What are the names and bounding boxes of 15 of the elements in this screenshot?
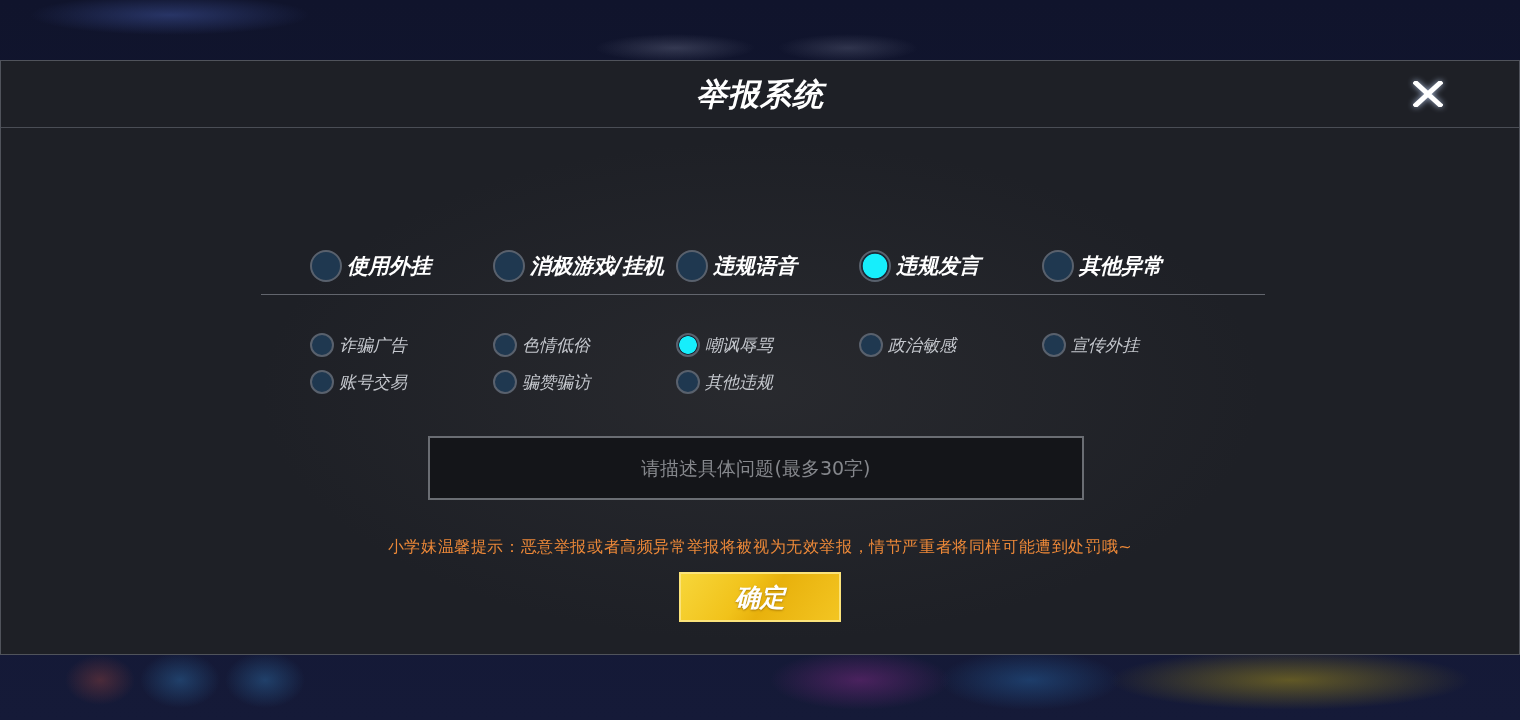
subcategory-option[interactable]: 色情低俗 xyxy=(493,333,590,357)
subcategory-option[interactable]: 账号交易 xyxy=(310,370,407,394)
warning-notice: 小学妹温馨提示：恶意举报或者高频异常举报将被视为无效举报，情节严重者将同样可能遭到处罚哦~ xyxy=(387,537,1133,557)
subcategory-option[interactable]: 骗赞骗访 xyxy=(493,370,590,394)
category-option[interactable]: 违规语音 xyxy=(676,248,797,284)
subcategory-option[interactable]: 其他违规 xyxy=(676,370,773,394)
close-button[interactable] xyxy=(1413,81,1443,107)
subcategory-option[interactable]: 嘲讽辱骂 xyxy=(676,333,773,357)
subcategory-option[interactable]: 宣传外挂 xyxy=(1042,333,1139,357)
category-option[interactable]: 消极游戏/挂机 xyxy=(493,248,664,284)
subcategory-option[interactable]: 诈骗广告 xyxy=(310,333,407,357)
subcategory-option[interactable]: 政治敏感 xyxy=(859,333,956,357)
close-icon xyxy=(1413,81,1443,107)
description-field[interactable]: 请描述具体问题(最多30字) xyxy=(428,436,1084,500)
category-option[interactable]: 其他异常 xyxy=(1042,248,1163,284)
